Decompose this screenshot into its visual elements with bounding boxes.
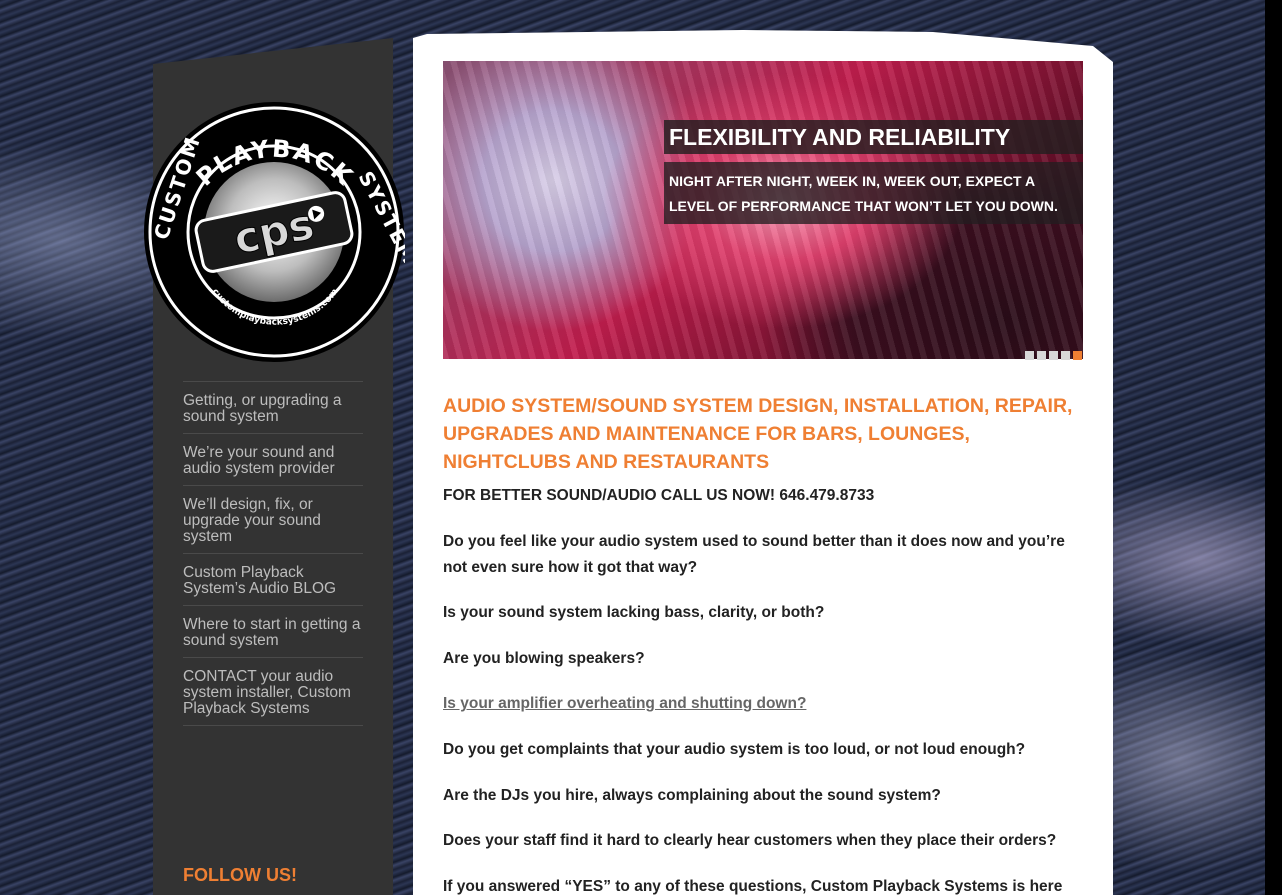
phone-callout: FOR BETTER SOUND/AUDIO CALL US NOW! 646.… [443,487,875,504]
slide-caption: NIGHT AFTER NIGHT, WEEK IN, WEEK OUT, EX… [664,162,1083,224]
hero-slider[interactable]: FLEXIBILITY AND RELIABILITY NIGHT AFTER … [443,61,1083,359]
amplifier-overheating-link[interactable]: Is your amplifier overheating and shutti… [443,691,1083,717]
question-text: Is your sound system lacking bass, clari… [443,604,825,621]
question-text: Are you blowing speakers? [443,650,645,667]
question-text: Does your staff find it hard to clearly … [443,832,1057,849]
slider-dot[interactable] [1025,351,1034,360]
sidebar-item-design-fix-upgrade[interactable]: We’ll design, fix, or upgrade your sound… [183,486,363,554]
slider-dot-active[interactable] [1073,351,1082,360]
slide-title: FLEXIBILITY AND RELIABILITY [664,120,1083,154]
question-text: Do you get complaints that your audio sy… [443,741,1026,758]
sidebar-item-blog[interactable]: Custom Playback System’s Audio BLOG [183,554,363,606]
sidebar-item-where-to-start[interactable]: Where to start in getting a sound system [183,606,363,658]
sidebar-nav: Getting, or upgrading a sound system We’… [183,381,363,726]
sidebar-item-contact[interactable]: CONTACT your audio system installer, Cus… [183,658,363,726]
slider-dot[interactable] [1061,351,1070,360]
sidebar-item-provider[interactable]: We’re your sound and audio system provid… [183,434,363,486]
page-headline: AUDIO SYSTEM/SOUND SYSTEM DESIGN, INSTAL… [443,395,1073,473]
page-edge-shadow [1265,0,1282,895]
cps-logo[interactable]: PLAYBACK customplaybacksystems.com CUSTO… [143,101,405,363]
question-text: Are the DJs you hire, always complaining… [443,787,941,804]
follow-us-heading: FOLLOW US! [183,865,297,885]
slider-dot[interactable] [1049,351,1058,360]
slider-pagination [1025,351,1082,360]
slider-dot[interactable] [1037,351,1046,360]
question-text: Do you feel like your audio system used … [443,533,1065,576]
question-text: If you answered “YES” to any of these qu… [443,878,1063,895]
sidebar-item-getting-upgrading[interactable]: Getting, or upgrading a sound system [183,382,363,434]
